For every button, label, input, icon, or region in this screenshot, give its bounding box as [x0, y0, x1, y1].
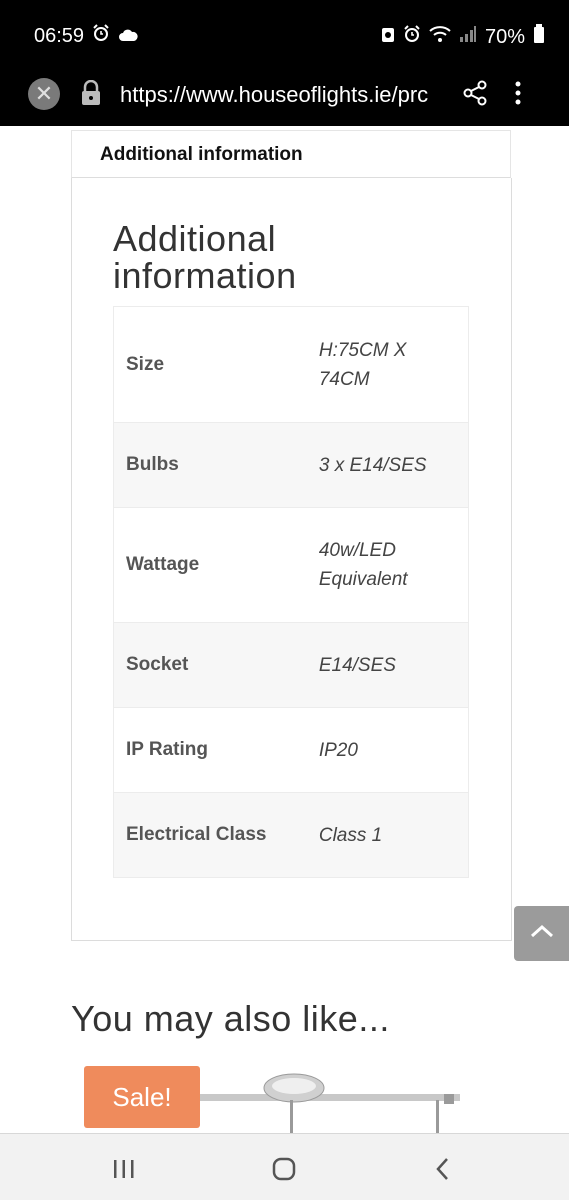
lock-icon — [80, 79, 102, 111]
spec-label: Electrical Class — [126, 824, 267, 845]
browser-url-bar: ✕ https://www.houseoflights.ie/prc — [0, 70, 569, 126]
spec-value: Class 1 — [318, 824, 383, 846]
spec-label: Socket — [126, 654, 189, 675]
cloud-icon — [118, 25, 138, 48]
home-icon[interactable] — [271, 1156, 297, 1187]
spec-value: E14/SES — [318, 654, 396, 676]
section-title: Additional information — [113, 218, 297, 296]
spec-label: Bulbs — [126, 454, 179, 475]
scroll-to-top-button[interactable] — [514, 906, 569, 961]
recents-icon[interactable] — [112, 1158, 136, 1185]
back-icon[interactable] — [434, 1156, 450, 1187]
spec-table: Size H:75CM X 74CM Bulbs 3 x E14/SES Wat… — [113, 306, 469, 878]
spec-value: 40w/LED Equivalent — [318, 540, 408, 590]
more-vert-icon[interactable] — [514, 80, 522, 111]
wifi-icon — [429, 25, 451, 49]
signal-icon — [459, 25, 477, 49]
battery-level: 70% — [484, 25, 525, 48]
system-nav-bar — [0, 1133, 569, 1200]
chevron-up-icon — [530, 924, 554, 943]
related-products-heading: You may also like... — [71, 998, 390, 1039]
tab-label: Additional information — [100, 144, 303, 165]
spec-value: IP20 — [318, 739, 358, 761]
url-text[interactable]: https://www.houseoflights.ie/prc — [120, 82, 442, 108]
close-icon[interactable]: ✕ — [28, 78, 60, 110]
spec-value: 3 x E14/SES — [318, 454, 427, 476]
notification-icon — [381, 25, 395, 49]
table-row: Socket E14/SES — [114, 622, 468, 707]
spec-label: Size — [126, 353, 165, 375]
sale-badge: Sale! — [84, 1066, 200, 1128]
table-row: Electrical Class Class 1 — [114, 792, 468, 877]
tab-additional-information[interactable]: Additional information — [71, 130, 511, 178]
alarm-icon — [403, 25, 421, 49]
battery-icon — [533, 24, 545, 50]
table-row: Wattage 40w/LED Equivalent — [114, 507, 468, 622]
table-row: Size H:75CM X 74CM — [114, 307, 468, 422]
share-icon[interactable] — [462, 80, 488, 111]
status-time: 06:59 — [34, 24, 85, 47]
alarm-icon — [92, 24, 110, 48]
table-row: IP Rating IP20 — [114, 707, 468, 792]
spec-label: IP Rating — [126, 739, 208, 760]
table-row: Bulbs 3 x E14/SES — [114, 422, 468, 507]
status-bar: 06:59 70% — [0, 0, 569, 70]
spec-label: Wattage — [126, 554, 200, 575]
spec-value: H:75CM X 74CM — [318, 339, 407, 390]
